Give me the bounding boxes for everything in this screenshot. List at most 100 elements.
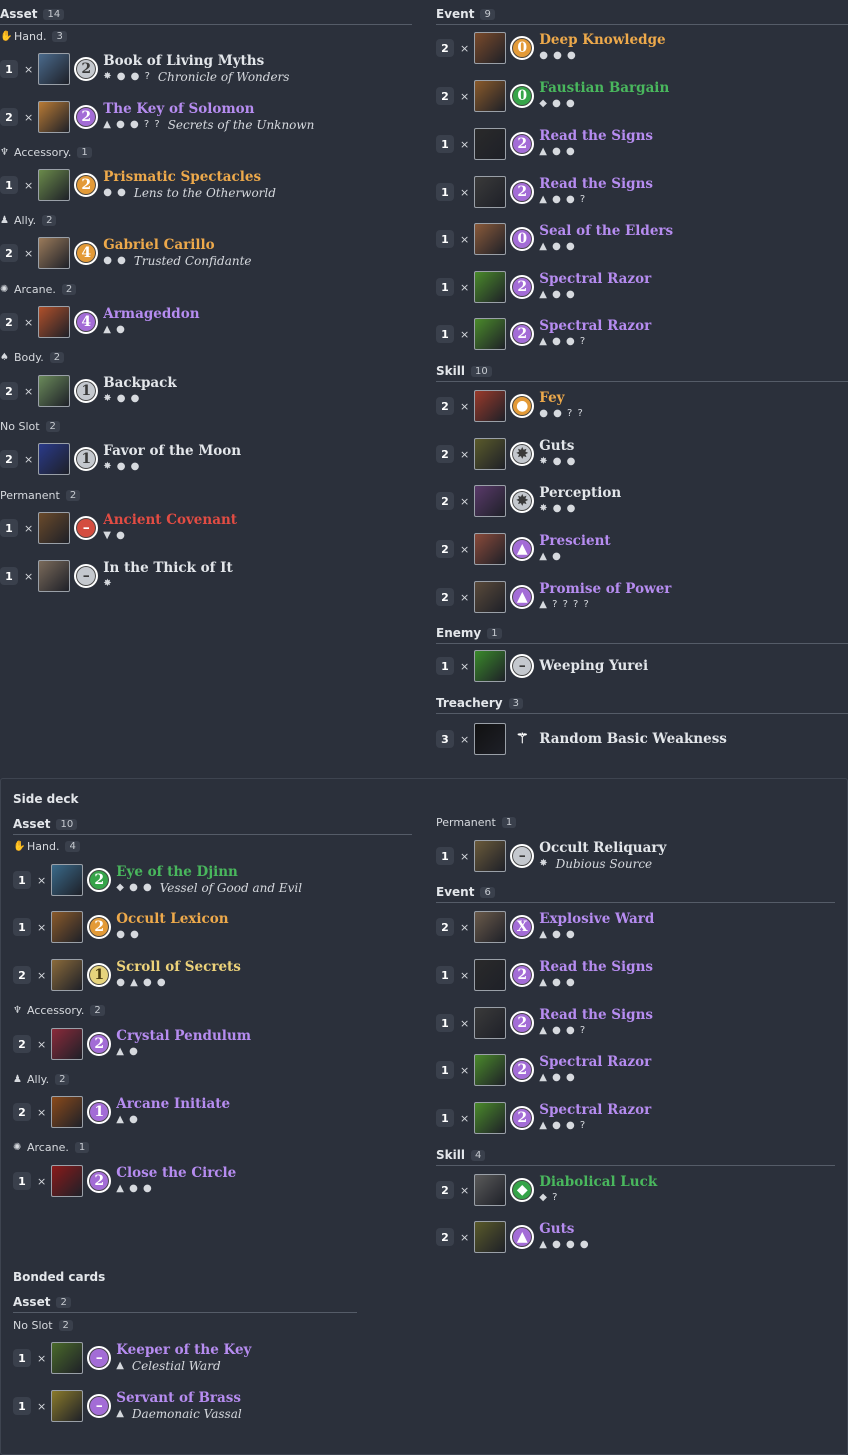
- card-row[interactable]: 1 × – Occult Reliquary ✸ Dubious Source: [436, 838, 666, 874]
- card-row[interactable]: 1 × – Ancient Covenant ▼ ●: [0, 510, 237, 546]
- card-name[interactable]: Deep Knowledge: [539, 32, 665, 48]
- card-thumbnail[interactable]: [38, 169, 71, 201]
- card-thumbnail[interactable]: [38, 443, 71, 475]
- card-row[interactable]: 1 × 2 Read the Signs ▲ ● ● ?: [436, 174, 653, 210]
- card-row[interactable]: 2 × 0 Faustian Bargain ◆ ● ●: [436, 78, 669, 114]
- card-name[interactable]: Spectral Razor: [539, 318, 651, 334]
- card-row[interactable]: 2 × 2 The Key of Solomon ▲ ● ● ? ? Secrets of…: [0, 99, 314, 135]
- card-row[interactable]: 1 × 2 Read the Signs ▲ ● ● ?: [436, 1005, 653, 1041]
- card-thumbnail[interactable]: [474, 1007, 507, 1039]
- card-name[interactable]: Prismatic Spectacles: [103, 169, 276, 185]
- card-name[interactable]: Spectral Razor: [539, 1102, 651, 1118]
- card-row[interactable]: 1 × – Servant of Brass ▲ Daemonaic Vassal: [13, 1388, 242, 1424]
- card-thumbnail[interactable]: [38, 53, 71, 85]
- card-name[interactable]: Diabolical Luck: [539, 1174, 657, 1190]
- card-thumbnail[interactable]: [474, 1054, 507, 1086]
- card-thumbnail[interactable]: [51, 1165, 84, 1197]
- card-name[interactable]: Occult Reliquary: [539, 840, 666, 856]
- card-thumbnail[interactable]: [38, 512, 71, 544]
- card-row[interactable]: 1 × 2 Occult Lexicon ● ●: [13, 909, 229, 945]
- card-thumbnail[interactable]: [474, 650, 507, 682]
- card-name[interactable]: Promise of Power: [539, 581, 671, 597]
- card-thumbnail[interactable]: [474, 1221, 507, 1253]
- card-row[interactable]: 1 × 0 Seal of the Elders ▲ ● ●: [436, 221, 673, 257]
- card-thumbnail[interactable]: [474, 723, 507, 755]
- card-thumbnail[interactable]: [38, 101, 71, 133]
- card-thumbnail[interactable]: [474, 581, 507, 613]
- card-thumbnail[interactable]: [51, 959, 84, 991]
- card-row[interactable]: 1 × – Keeper of the Key ▲ Celestial Ward: [13, 1340, 251, 1376]
- card-thumbnail[interactable]: [51, 911, 84, 943]
- card-row[interactable]: 2 × ✸ Guts ✸ ● ●: [436, 436, 576, 472]
- card-name[interactable]: Prescient: [539, 533, 610, 549]
- card-name[interactable]: Book of Living Myths: [103, 53, 289, 69]
- card-row[interactable]: 2 × ▲ Prescient ▲ ●: [436, 531, 611, 567]
- card-name[interactable]: Backpack: [103, 375, 177, 391]
- card-row[interactable]: 2 × 4 Gabriel Carillo ● ● Trusted Confidante: [0, 235, 252, 271]
- card-row[interactable]: 1 × 2 Spectral Razor ▲ ● ● ?: [436, 316, 651, 352]
- card-name[interactable]: The Key of Solomon: [103, 101, 314, 117]
- card-row[interactable]: 2 × ▲ Guts ▲ ● ● ●: [436, 1219, 590, 1255]
- card-row[interactable]: 1 × – In the Thick of It ✸: [0, 558, 233, 594]
- card-name[interactable]: Read the Signs: [539, 176, 653, 192]
- card-name[interactable]: Perception: [539, 485, 621, 501]
- card-thumbnail[interactable]: [51, 1342, 84, 1374]
- card-row[interactable]: 2 × 1 Scroll of Secrets ● ▲ ● ●: [13, 957, 241, 993]
- card-thumbnail[interactable]: [474, 271, 507, 303]
- card-name[interactable]: Crystal Pendulum: [116, 1028, 251, 1044]
- card-name[interactable]: Guts: [539, 1221, 589, 1237]
- card-name[interactable]: In the Thick of It: [103, 560, 233, 576]
- card-name[interactable]: Read the Signs: [539, 128, 653, 144]
- card-thumbnail[interactable]: [38, 237, 71, 269]
- card-row[interactable]: 2 × 1 Favor of the Moon ✸ ● ●: [0, 441, 241, 477]
- card-name[interactable]: Occult Lexicon: [116, 911, 228, 927]
- card-name[interactable]: Favor of the Moon: [103, 443, 241, 459]
- card-thumbnail[interactable]: [474, 485, 507, 517]
- card-name[interactable]: Scroll of Secrets: [116, 959, 241, 975]
- card-thumbnail[interactable]: [474, 128, 507, 160]
- card-row[interactable]: 1 × 2 Eye of the Djinn ◆ ● ● Vessel of Good a…: [13, 862, 302, 898]
- card-name[interactable]: Random Basic Weakness: [539, 731, 727, 747]
- card-name[interactable]: Read the Signs: [539, 959, 653, 975]
- card-row[interactable]: 2 × ✸ Perception ✸ ● ●: [436, 483, 621, 519]
- card-thumbnail[interactable]: [474, 32, 507, 64]
- card-thumbnail[interactable]: [51, 1096, 84, 1128]
- card-name[interactable]: Eye of the Djinn: [116, 864, 302, 880]
- card-thumbnail[interactable]: [474, 438, 507, 470]
- card-thumbnail[interactable]: [474, 840, 507, 872]
- card-thumbnail[interactable]: [474, 318, 507, 350]
- card-name[interactable]: Close the Circle: [116, 1165, 236, 1181]
- card-thumbnail[interactable]: [474, 223, 507, 255]
- card-thumbnail[interactable]: [474, 1102, 507, 1134]
- card-thumbnail[interactable]: [474, 533, 507, 565]
- card-thumbnail[interactable]: [38, 306, 71, 338]
- card-name[interactable]: Read the Signs: [539, 1007, 653, 1023]
- card-thumbnail[interactable]: [474, 80, 507, 112]
- card-thumbnail[interactable]: [38, 560, 71, 592]
- card-row[interactable]: 2 × 2 Crystal Pendulum ▲ ●: [13, 1026, 251, 1062]
- card-row[interactable]: 1 × 2 Spectral Razor ▲ ● ●: [436, 269, 651, 305]
- card-row[interactable]: 2 × ● Fey ● ● ? ?: [436, 388, 584, 424]
- card-thumbnail[interactable]: [474, 1174, 507, 1206]
- card-name[interactable]: Servant of Brass: [116, 1390, 241, 1406]
- card-thumbnail[interactable]: [51, 864, 84, 896]
- card-thumbnail[interactable]: [51, 1390, 84, 1422]
- card-row[interactable]: 2 × X Explosive Ward ▲ ● ●: [436, 909, 654, 945]
- card-thumbnail[interactable]: [474, 176, 507, 208]
- card-row[interactable]: 1 × 2 Close the Circle ▲ ● ●: [13, 1163, 236, 1199]
- card-name[interactable]: Keeper of the Key: [116, 1342, 251, 1358]
- card-thumbnail[interactable]: [38, 375, 71, 407]
- card-name[interactable]: Guts: [539, 438, 576, 454]
- card-name[interactable]: Spectral Razor: [539, 1054, 651, 1070]
- card-row[interactable]: 1 × – Weeping Yurei: [436, 648, 648, 684]
- card-thumbnail[interactable]: [474, 959, 507, 991]
- card-name[interactable]: Gabriel Carillo: [103, 237, 251, 253]
- card-row[interactable]: 3 × ⚚ Random Basic Weakness: [436, 721, 727, 757]
- card-name[interactable]: Armageddon: [103, 306, 199, 322]
- card-thumbnail[interactable]: [474, 390, 507, 422]
- card-row[interactable]: 2 × 0 Deep Knowledge ● ● ●: [436, 30, 666, 66]
- card-name[interactable]: Fey: [539, 390, 584, 406]
- card-thumbnail[interactable]: [51, 1028, 84, 1060]
- card-row[interactable]: 1 × 2 Prismatic Spectacles ● ● Lens to the Ot…: [0, 167, 276, 203]
- card-name[interactable]: Explosive Ward: [539, 911, 654, 927]
